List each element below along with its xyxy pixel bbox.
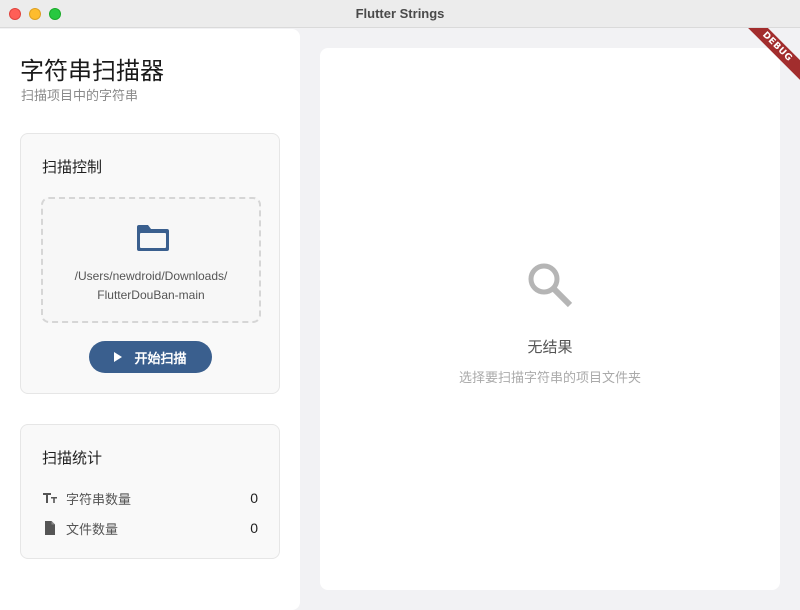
stat-value-strings: 0 (250, 490, 258, 506)
debug-banner-label: DEBUG (740, 28, 800, 84)
scan-stats-title: 扫描统计 (42, 449, 103, 467)
title-bar: Flutter Strings (0, 0, 800, 28)
folder-path: /Users/newdroid/Downloads/ FlutterDouBan… (43, 267, 259, 305)
file-icon (45, 521, 55, 535)
stat-label-files: 文件数量 (66, 522, 119, 538)
empty-state-title: 无结果 (527, 338, 573, 356)
scan-control-card: 扫描控制 /Users/newdroid/Downloads/ FlutterD… (20, 133, 280, 394)
folder-icon (137, 225, 169, 251)
start-scan-label: 开始扫描 (134, 351, 187, 367)
play-icon (114, 352, 123, 362)
folder-picker[interactable]: /Users/newdroid/Downloads/ FlutterDouBan… (41, 197, 261, 323)
scan-stats-card: 扫描统计 字符串数量 0 文件数量 0 (20, 424, 280, 559)
stat-row-strings: 字符串数量 0 (42, 488, 258, 508)
search-icon (528, 263, 573, 308)
text-size-icon (43, 493, 57, 503)
start-scan-button[interactable]: 开始扫描 (89, 341, 212, 373)
app-subtitle: 扫描项目中的字符串 (21, 89, 139, 104)
stat-label-strings: 字符串数量 (66, 492, 132, 508)
app-title: 字符串扫描器 (20, 57, 164, 85)
results-panel: 无结果 选择要扫描字符串的项目文件夹 (320, 48, 780, 590)
folder-path-line1: /Users/newdroid/Downloads/ (74, 269, 228, 283)
debug-banner: DEBUG (740, 28, 800, 88)
sidebar: 字符串扫描器 扫描项目中的字符串 扫描控制 /Users/newdroid/Do… (0, 29, 300, 610)
folder-path-line2: FlutterDouBan-main (97, 288, 205, 302)
scan-control-title: 扫描控制 (42, 158, 103, 176)
stat-row-files: 文件数量 0 (42, 518, 258, 538)
empty-state-subtitle: 选择要扫描字符串的项目文件夹 (458, 371, 641, 386)
stat-value-files: 0 (250, 520, 258, 536)
app-window: Flutter Strings 字符串扫描器 扫描项目中的字符串 扫描控制 /U… (0, 0, 800, 610)
window-title: Flutter Strings (355, 6, 445, 21)
